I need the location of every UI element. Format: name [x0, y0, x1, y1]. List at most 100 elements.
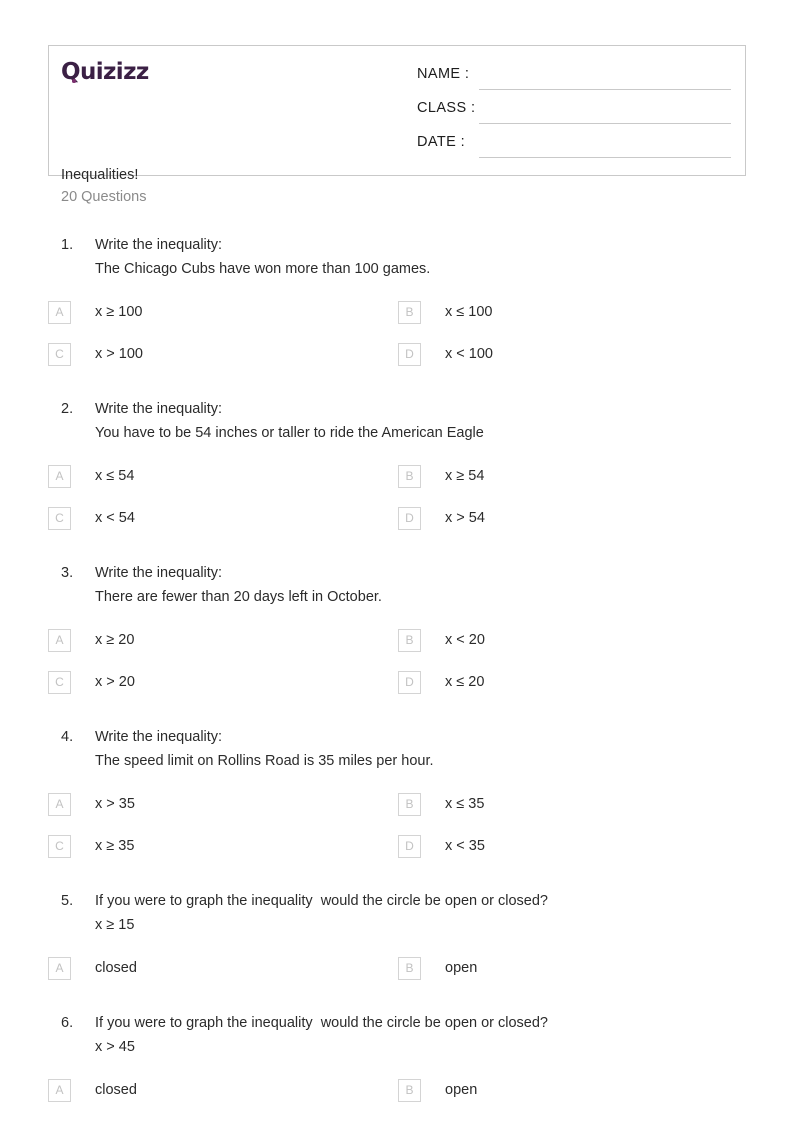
question-detail: x ≥ 15 [95, 917, 135, 933]
answer-option-text: open [445, 960, 478, 976]
answer-option-text: x < 100 [445, 346, 493, 362]
date-field-row: DATE : [417, 134, 739, 168]
name-field-row: NAME : [417, 66, 739, 100]
quizizz-logo: Quizizz [61, 61, 149, 84]
answer-option-row: Cx > 100 Dx < 100 [0, 343, 794, 385]
answer-option-letter[interactable]: A [48, 465, 71, 488]
answer-option-text: x > 20 [95, 674, 135, 690]
answer-options: Aclosed Bopen [0, 1079, 794, 1121]
question-prompt: If you were to graph the inequality woul… [95, 1015, 548, 1031]
answer-option-row: Cx ≥ 35 Dx < 35 [0, 835, 794, 877]
answer-option-letter[interactable]: B [398, 1079, 421, 1102]
answer-option-letter[interactable]: B [398, 465, 421, 488]
answer-options: Ax > 35 Bx ≤ 35 Cx ≥ 35 Dx < 35 [0, 793, 794, 877]
question-header: 5. If you were to graph the inequality wo… [0, 889, 794, 937]
answer-option-letter[interactable]: D [398, 835, 421, 858]
question-header: 2. Write the inequality: You have to be 54… [0, 397, 794, 445]
question-header: 4. Write the inequality: The speed limit o… [0, 725, 794, 773]
class-field-label: CLASS : [417, 100, 476, 116]
question-detail: There are fewer than 20 days left in Oct… [95, 589, 382, 605]
answer-option-text: x < 35 [445, 838, 485, 854]
answer-option-letter[interactable]: B [398, 793, 421, 816]
question-detail: x > 45 [95, 1039, 135, 1055]
answer-option-row: Ax > 35 Bx ≤ 35 [0, 793, 794, 835]
question-detail: The speed limit on Rollins Road is 35 mi… [95, 753, 434, 769]
answer-option-text: x ≥ 35 [95, 838, 135, 854]
answer-option-text: x ≤ 35 [445, 796, 485, 812]
answer-option-letter[interactable]: D [398, 671, 421, 694]
name-field-input[interactable] [479, 89, 731, 90]
answer-option-letter[interactable]: C [48, 671, 71, 694]
question-prompt: Write the inequality: [95, 729, 223, 745]
header-left-panel: Quizizz Inequalities! 20 Questions [60, 46, 410, 206]
answer-option-letter[interactable]: B [398, 957, 421, 980]
answer-option-text: x < 54 [95, 510, 135, 526]
answer-option-text: closed [95, 960, 137, 976]
question-number: 4. [61, 729, 74, 745]
answer-option-letter[interactable]: A [48, 793, 71, 816]
answer-option-letter[interactable]: A [48, 301, 71, 324]
answer-option-text: x ≥ 20 [95, 632, 135, 648]
worksheet-header-card: Quizizz Inequalities! 20 Questions NAME … [48, 45, 746, 206]
answer-option-text: x ≥ 54 [445, 468, 485, 484]
answer-option-letter[interactable]: D [398, 507, 421, 530]
answer-options: Ax ≥ 100 Bx ≤ 100 Cx > 100 Dx < 100 [0, 301, 794, 385]
date-field-label: DATE : [417, 134, 466, 150]
answer-option-row: Cx > 20 Dx ≤ 20 [0, 671, 794, 713]
question-block: 6. If you were to graph the inequality wo… [0, 1011, 794, 1121]
worksheet-page: Quizizz Inequalities! 20 Questions NAME … [0, 0, 794, 1123]
class-field-input[interactable] [479, 123, 731, 124]
question-prompt: Write the inequality: [95, 237, 223, 253]
answer-option-letter[interactable]: C [48, 507, 71, 530]
answer-option-text: x ≤ 54 [95, 468, 135, 484]
answer-option-row: Aclosed Bopen [0, 957, 794, 999]
question-number: 6. [61, 1015, 74, 1031]
answer-option-text: x < 20 [445, 632, 485, 648]
answer-option-row: Aclosed Bopen [0, 1079, 794, 1121]
answer-option-text: closed [95, 1082, 137, 1098]
answer-options: Ax ≥ 20 Bx < 20 Cx > 20 Dx ≤ 20 [0, 629, 794, 713]
question-number: 3. [61, 565, 74, 581]
answer-option-row: Ax ≥ 100 Bx ≤ 100 [0, 301, 794, 343]
answer-option-letter[interactable]: A [48, 1079, 71, 1102]
answer-option-row: Cx < 54 Dx > 54 [0, 507, 794, 549]
question-block: 1. Write the inequality: The Chicago Cubs … [0, 233, 794, 385]
name-field-label: NAME : [417, 66, 470, 82]
answer-option-text: x ≥ 100 [95, 304, 143, 320]
question-number: 2. [61, 401, 74, 417]
question-detail: The Chicago Cubs have won more than 100 … [95, 261, 431, 277]
question-number: 1. [61, 237, 74, 253]
answer-option-letter[interactable]: A [48, 629, 71, 652]
question-prompt: Write the inequality: [95, 565, 223, 581]
answer-option-letter[interactable]: B [398, 629, 421, 652]
answer-option-letter[interactable]: A [48, 957, 71, 980]
answer-option-text: x ≤ 20 [445, 674, 485, 690]
question-header: 1. Write the inequality: The Chicago Cubs … [0, 233, 794, 281]
answer-option-text: x > 100 [95, 346, 143, 362]
question-block: 2. Write the inequality: You have to be 54… [0, 397, 794, 549]
answer-option-letter[interactable]: B [398, 301, 421, 324]
header-fields-panel: NAME : CLASS : DATE : [417, 46, 745, 175]
answer-option-letter[interactable]: C [48, 343, 71, 366]
question-block: 3. Write the inequality: There are fewer t… [0, 561, 794, 713]
answer-option-text: open [445, 1082, 478, 1098]
quizizz-logo-dot-icon [72, 79, 76, 83]
answer-option-text: x ≤ 100 [445, 304, 493, 320]
answer-option-text: x > 35 [95, 796, 135, 812]
answer-options: Ax ≤ 54 Bx ≥ 54 Cx < 54 Dx > 54 [0, 465, 794, 549]
answer-option-row: Ax ≤ 54 Bx ≥ 54 [0, 465, 794, 507]
quiz-title: Inequalities! [61, 167, 139, 183]
answer-options: Aclosed Bopen [0, 957, 794, 999]
question-header: 3. Write the inequality: There are fewer t… [0, 561, 794, 609]
answer-option-text: x > 54 [445, 510, 485, 526]
question-number: 5. [61, 893, 74, 909]
answer-option-row: Ax ≥ 20 Bx < 20 [0, 629, 794, 671]
question-prompt: If you were to graph the inequality woul… [95, 893, 548, 909]
question-prompt: Write the inequality: [95, 401, 223, 417]
answer-option-letter[interactable]: D [398, 343, 421, 366]
question-block: 4. Write the inequality: The speed limit o… [0, 725, 794, 877]
question-count-label: 20 Questions [61, 189, 147, 205]
answer-option-letter[interactable]: C [48, 835, 71, 858]
date-field-input[interactable] [479, 157, 731, 158]
question-header: 6. If you were to graph the inequality wo… [0, 1011, 794, 1059]
